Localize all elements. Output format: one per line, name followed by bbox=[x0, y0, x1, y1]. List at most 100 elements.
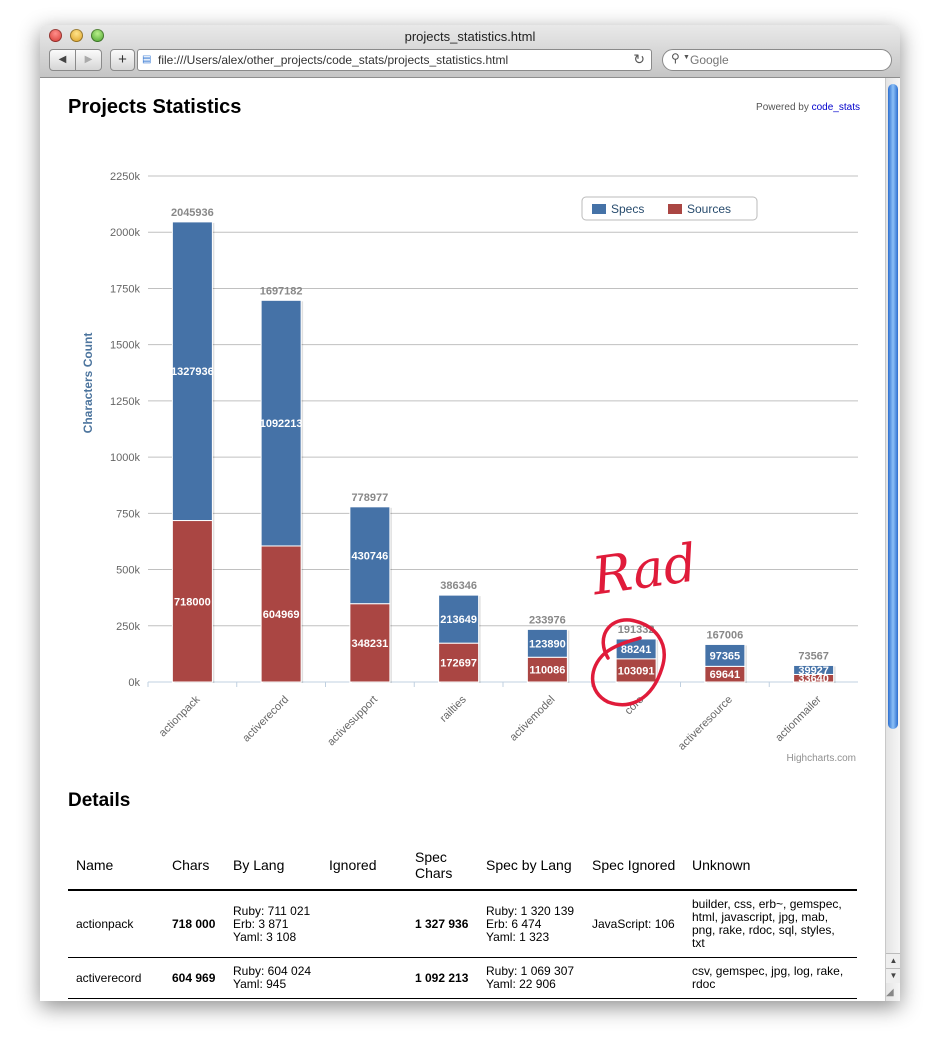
cell-by-lang: Ruby: 711 021 Erb: 3 871 Yaml: 3 108 bbox=[225, 890, 321, 958]
y-tick-label: 750k bbox=[116, 508, 140, 520]
col-header-unknown: Unknown bbox=[684, 841, 857, 891]
spec-lang-line: Yaml: 22 906 bbox=[486, 977, 556, 991]
file-icon: ▤ bbox=[142, 54, 152, 65]
cell-name: actionpack bbox=[68, 890, 164, 958]
col-header-by-lang: By Lang bbox=[225, 841, 321, 891]
y-axis-title: Characters Count bbox=[81, 333, 95, 434]
col-header-chars: Chars bbox=[164, 841, 225, 891]
address-bar[interactable]: ▤ file:///Users/alex/other_projects/code… bbox=[137, 49, 652, 71]
cell-chars: 604 969 bbox=[164, 957, 225, 999]
data-label-sources: 172697 bbox=[440, 658, 477, 670]
data-label-specs: 430746 bbox=[352, 550, 389, 562]
scrollbar-thumb[interactable] bbox=[888, 84, 898, 729]
data-label-total: 73567 bbox=[798, 650, 829, 662]
search-icon[interactable]: ⚲ bbox=[671, 51, 680, 65]
details-table: Name Chars By Lang Ignored Spec Chars Sp… bbox=[68, 841, 857, 999]
cell-unknown: csv, gemspec, jpg, log, rake, rdoc bbox=[684, 957, 857, 999]
lang-line: Erb: 3 871 bbox=[233, 916, 289, 931]
data-label-specs: 123890 bbox=[529, 638, 566, 650]
x-tick-label: actionmailer bbox=[773, 693, 824, 744]
col-header-name: Name bbox=[68, 841, 164, 891]
legend-swatch-specs[interactable] bbox=[592, 204, 606, 214]
lang-line: Ruby: 711 021 bbox=[233, 903, 311, 918]
data-label-sources: 604969 bbox=[263, 609, 300, 621]
address-text[interactable]: file:///Users/alex/other_projects/code_s… bbox=[158, 53, 508, 67]
scroll-down-arrow[interactable]: ▼ bbox=[886, 968, 900, 983]
x-tick-label: activesupport bbox=[325, 694, 380, 749]
y-tick-label: 1500k bbox=[110, 340, 140, 352]
search-input[interactable] bbox=[690, 52, 880, 67]
spec-lang-line: Yaml: 1 323 bbox=[486, 929, 550, 944]
add-bookmark-button[interactable]: + bbox=[110, 49, 135, 71]
data-label-total: 778977 bbox=[352, 492, 389, 504]
x-tick-label: activemodel bbox=[508, 694, 558, 744]
legend: Specs Sources bbox=[581, 196, 758, 221]
y-tick-label: 2000k bbox=[110, 227, 140, 239]
annotation-text: Rad bbox=[588, 533, 701, 607]
data-label-sources: 69641 bbox=[710, 669, 741, 681]
data-label-specs: 213649 bbox=[440, 614, 477, 626]
legend-label-sources[interactable]: Sources bbox=[687, 202, 731, 216]
cell-spec-ignored: JavaScript: 106 bbox=[584, 890, 684, 958]
data-label-total: 2045936 bbox=[171, 207, 214, 219]
cell-ignored bbox=[321, 957, 407, 999]
data-label-specs: 1092213 bbox=[260, 418, 303, 430]
vertical-scrollbar[interactable]: ▲ ▼ bbox=[885, 78, 900, 1001]
table-row: activerecord 604 969 Ruby: 604 024 Yaml:… bbox=[68, 957, 857, 999]
data-label-sources: 348231 bbox=[352, 638, 389, 650]
x-tick-label: activerecord bbox=[240, 694, 291, 745]
history-nav: ◀ ▶ bbox=[49, 49, 102, 71]
window-title: projects_statistics.html bbox=[404, 29, 536, 44]
title-bar: projects_statistics.html ◀ ▶ + ▤ file://… bbox=[40, 25, 900, 78]
resize-grip-icon[interactable]: ◢ bbox=[886, 987, 899, 1000]
back-button[interactable]: ◀ bbox=[50, 50, 76, 70]
chart-credits[interactable]: Highcharts.com bbox=[787, 753, 856, 764]
stacked-bar-chart: 0k 250k 500k 750k 1000k 1250k 1500k 1750k 2000k 2… bbox=[81, 171, 858, 764]
forward-button[interactable]: ▶ bbox=[76, 50, 101, 70]
y-tick-label: 0k bbox=[128, 677, 140, 689]
data-label-specs: 1327936 bbox=[171, 366, 214, 378]
legend-label-specs[interactable]: Specs bbox=[611, 202, 644, 216]
y-tick-label: 500k bbox=[116, 565, 140, 577]
y-tick-label: 1000k bbox=[110, 452, 140, 464]
grid-lines bbox=[148, 175, 858, 683]
x-tick-label: railties bbox=[438, 693, 469, 724]
data-label-sources: 718000 bbox=[174, 596, 211, 608]
table-header-row: Name Chars By Lang Ignored Spec Chars Sp… bbox=[68, 841, 857, 891]
x-tick-label: actionpack bbox=[157, 693, 203, 739]
data-label-total: 233976 bbox=[529, 614, 566, 626]
cell-spec-by-lang: Ruby: 1 320 139 Erb: 6 474 Yaml: 1 323 bbox=[478, 890, 584, 958]
legend-swatch-sources[interactable] bbox=[668, 204, 682, 214]
cell-ignored bbox=[321, 890, 407, 958]
lang-line: Yaml: 945 bbox=[233, 977, 287, 991]
x-tick-label: activeresource bbox=[676, 694, 735, 753]
y-tick-label: 2250k bbox=[110, 171, 140, 183]
details-title: Details bbox=[68, 790, 131, 811]
y-tick-label: 250k bbox=[116, 621, 140, 633]
cell-by-lang: Ruby: 604 024 Yaml: 945 bbox=[225, 957, 321, 999]
search-dropdown-icon[interactable]: ▼ bbox=[683, 54, 690, 61]
data-label-specs: 97365 bbox=[710, 650, 741, 662]
cell-chars: 718 000 bbox=[164, 890, 225, 958]
data-label-total: 167006 bbox=[707, 629, 744, 641]
data-label-total: 386346 bbox=[440, 580, 477, 592]
browser-window: projects_statistics.html ◀ ▶ + ▤ file://… bbox=[40, 25, 900, 1001]
scroll-up-arrow[interactable]: ▲ bbox=[886, 953, 900, 968]
page-content: Projects Statistics Powered by code_stat… bbox=[40, 78, 885, 1001]
reload-icon[interactable]: ↻ bbox=[633, 51, 645, 68]
spec-lang-line: Erb: 6 474 bbox=[486, 916, 542, 931]
col-header-ignored: Ignored bbox=[321, 841, 407, 891]
col-header-spec-chars: Spec Chars bbox=[407, 841, 478, 891]
data-label-specs: 39927 bbox=[798, 665, 829, 677]
cell-name: activerecord bbox=[68, 957, 164, 999]
col-header-spec-ignored: Spec Ignored bbox=[584, 841, 684, 891]
spec-lang-line: Ruby: 1 320 139 bbox=[486, 903, 575, 918]
col-header-spec-by-lang: Spec by Lang bbox=[478, 841, 584, 891]
cell-unknown: builder, css, erb~, gemspec, html, javas… bbox=[684, 890, 857, 958]
cell-spec-by-lang: Ruby: 1 069 307 Yaml: 22 906 bbox=[478, 957, 584, 999]
search-field[interactable]: ⚲ ▼ bbox=[662, 49, 892, 71]
data-label-sources: 110086 bbox=[529, 665, 565, 677]
data-label-specs: 88241 bbox=[621, 644, 652, 656]
cell-spec-chars: 1 092 213 bbox=[407, 957, 478, 999]
table-row: actionpack 718 000 Ruby: 711 021 Erb: 3 … bbox=[68, 890, 857, 958]
